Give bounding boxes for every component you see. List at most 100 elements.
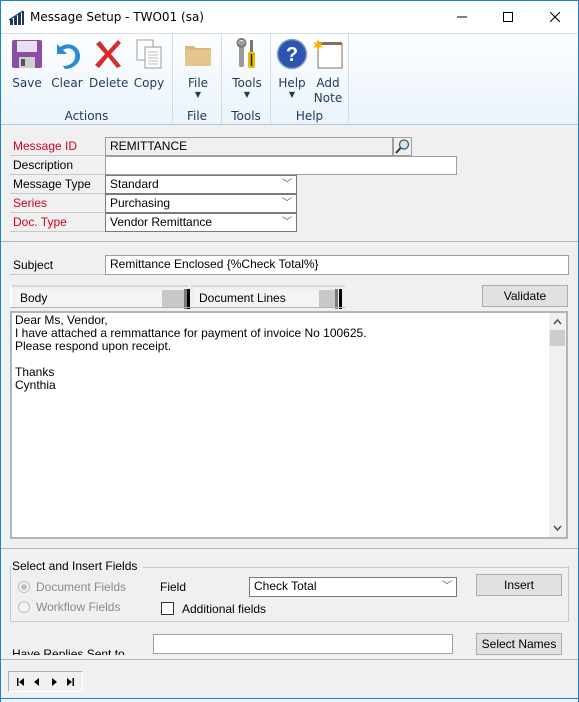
tab-underline: [10, 307, 345, 308]
tab-document-lines-edge: [335, 289, 338, 309]
scrollbar-thumb[interactable]: [550, 330, 565, 346]
workflow-fields-radio[interactable]: [18, 601, 30, 613]
ribbon-group-file: File ▼ File: [173, 34, 222, 126]
delete-label: Delete: [89, 76, 129, 90]
tab-document-lines-fill: [319, 290, 335, 308]
save-icon: [12, 40, 42, 68]
doc-type-select[interactable]: Vendor Remittance ﹀: [105, 213, 297, 232]
section-divider-2: [1, 548, 578, 549]
field-select[interactable]: Check Total ﹀: [249, 577, 457, 597]
folder-icon: [185, 46, 211, 66]
message-id-field[interactable]: REMITTANCE: [105, 137, 393, 156]
help-icon: ?: [276, 38, 308, 70]
delete-button[interactable]: Delete: [89, 38, 129, 91]
last-record-icon[interactable]: [65, 677, 75, 687]
description-label: Description: [10, 156, 106, 175]
series-value: Purchasing: [110, 196, 171, 210]
next-record-icon[interactable]: [49, 677, 59, 687]
maximize-button[interactable]: [485, 1, 531, 33]
window-title: Message Setup - TWO01 (sa): [30, 10, 204, 24]
scroll-down-icon[interactable]: [549, 524, 566, 532]
help-button[interactable]: ? Help ▼: [275, 38, 309, 99]
svg-text:?: ?: [286, 44, 298, 66]
close-button[interactable]: [532, 1, 578, 33]
ribbon: Save Clear Delete Copy Actions File ▼ Fi…: [1, 33, 578, 126]
add-note-label-line2: Note: [313, 91, 343, 105]
message-id-label: Message ID: [10, 137, 106, 156]
minimize-button[interactable]: [439, 1, 485, 33]
app-icon: [9, 10, 25, 26]
field-label: Field: [160, 580, 187, 594]
close-icon: [550, 12, 560, 22]
insert-button[interactable]: Insert: [476, 574, 562, 596]
insert-fields-title: Select and Insert Fields: [12, 559, 144, 573]
tab-body-edge-dark: [187, 289, 190, 309]
subject-label: Subject: [10, 256, 106, 275]
tools-label: Tools: [232, 76, 262, 90]
message-type-select[interactable]: Standard ﹀: [105, 175, 297, 194]
validate-button[interactable]: Validate: [482, 285, 568, 307]
file-button[interactable]: File ▼: [181, 38, 215, 99]
replies-field[interactable]: [153, 634, 453, 654]
copy-icon: [136, 39, 162, 69]
doc-type-value: Vendor Remittance: [110, 215, 213, 229]
tab-body-fill: [162, 290, 184, 308]
magnifier-icon: [395, 139, 410, 154]
group-label-actions: Actions: [64, 109, 109, 123]
maximize-icon: [503, 12, 513, 22]
series-label: Series: [10, 194, 106, 213]
select-names-button[interactable]: Select Names: [476, 633, 562, 655]
clear-button[interactable]: Clear: [49, 38, 85, 91]
window-bottom-border: [0, 698, 579, 699]
minimize-icon: [457, 16, 467, 18]
doc-type-label: Doc. Type: [10, 213, 106, 232]
message-id-lookup-button[interactable]: [393, 137, 412, 156]
group-label-help: Help: [295, 109, 324, 123]
tab-document-lines-label: Document Lines: [195, 290, 319, 308]
group-label-file: File: [186, 109, 208, 123]
delete-icon: [95, 40, 121, 68]
document-fields-label: Document Fields: [36, 580, 127, 594]
replies-label-text: Have Replies Sent to: [12, 647, 125, 655]
chevron-down-icon: ﹀: [282, 198, 292, 209]
file-dropdown-arrow-icon: ▼: [194, 90, 202, 99]
groupbox-top-line: [135, 567, 569, 568]
bottom-divider: [1, 659, 578, 660]
series-select[interactable]: Purchasing ﹀: [105, 194, 297, 213]
record-navigation: [8, 671, 83, 692]
document-fields-radio[interactable]: [18, 581, 30, 593]
body-textarea[interactable]: Dear Ms, Vendor, I have attached a remma…: [10, 311, 568, 539]
help-dropdown-arrow-icon: ▼: [288, 90, 296, 99]
message-type-value: Standard: [110, 177, 159, 191]
first-record-icon[interactable]: [16, 677, 26, 687]
ribbon-group-actions: Save Clear Delete Copy Actions: [1, 34, 173, 126]
copy-button[interactable]: Copy: [131, 38, 167, 91]
scroll-up-icon[interactable]: [549, 318, 566, 326]
save-button[interactable]: Save: [9, 38, 45, 91]
tab-document-lines[interactable]: Document Lines: [191, 285, 345, 309]
subject-field[interactable]: Remittance Enclosed {%Check Total%}: [105, 255, 569, 275]
field-select-value: Check Total: [254, 579, 317, 593]
title-bar: Message Setup - TWO01 (sa): [1, 1, 578, 33]
chevron-down-icon: ﹀: [442, 581, 452, 592]
help-label: Help: [278, 76, 306, 90]
tab-body[interactable]: Body: [10, 285, 190, 309]
replies-label: Have Replies Sent to: [12, 647, 125, 655]
tools-icon: [236, 38, 255, 68]
tools-dropdown-arrow-icon: ▼: [243, 90, 251, 99]
chevron-down-icon: ﹀: [282, 179, 292, 190]
additional-fields-checkbox[interactable]: [161, 602, 174, 615]
add-note-icon: [313, 39, 343, 69]
add-note-button[interactable]: Add Note: [311, 38, 345, 106]
clear-label: Clear: [51, 76, 83, 90]
save-label: Save: [12, 76, 42, 90]
clear-icon: [57, 44, 81, 69]
body-text: Dear Ms, Vendor, I have attached a remma…: [15, 313, 367, 392]
tools-button[interactable]: Tools ▼: [229, 38, 265, 99]
body-scrollbar[interactable]: [549, 313, 566, 537]
message-type-label: Message Type: [10, 175, 106, 194]
previous-record-icon[interactable]: [32, 677, 42, 687]
workflow-fields-label: Workflow Fields: [36, 600, 121, 614]
description-field[interactable]: [105, 156, 457, 175]
add-note-label-line1: Add: [316, 76, 340, 90]
